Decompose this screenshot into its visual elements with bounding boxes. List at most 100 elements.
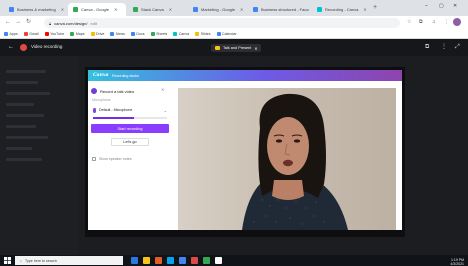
sidebar-placeholder-row bbox=[6, 125, 36, 128]
minimize-window-button[interactable]: – bbox=[425, 3, 428, 9]
sidebar-placeholder-row bbox=[6, 114, 44, 117]
forward-arrow-icon[interactable]: → bbox=[15, 19, 21, 26]
system-clock[interactable]: 1:19 PM 4/3/2021 bbox=[426, 258, 464, 266]
bookmark-icon bbox=[4, 32, 8, 36]
tab-favicon-icon bbox=[317, 7, 322, 12]
speaker-notes-option[interactable]: Show speaker notes bbox=[92, 157, 132, 161]
bookmark-item[interactable]: Slides bbox=[195, 32, 211, 36]
recorder-heading-row: Record a talk video bbox=[91, 88, 134, 94]
bookmark-label: Maps bbox=[75, 32, 85, 36]
fullscreen-icon[interactable]: ⤢ bbox=[455, 44, 460, 51]
extensions-icon[interactable]: ⧉ bbox=[419, 19, 423, 25]
bookmark-item[interactable]: YouTube bbox=[44, 32, 64, 36]
bookmark-item[interactable]: Maps bbox=[70, 32, 85, 36]
bookmark-icon bbox=[195, 32, 200, 36]
bookmark-item[interactable]: News bbox=[110, 32, 125, 36]
camera-feed-image bbox=[178, 88, 396, 230]
bookmark-item[interactable]: Docs bbox=[130, 32, 145, 36]
sidebar-placeholder-row bbox=[6, 103, 34, 106]
bookmark-item[interactable]: Calendar bbox=[216, 32, 237, 36]
checkbox[interactable] bbox=[92, 157, 96, 161]
close-tab-icon[interactable]: ✕ bbox=[61, 7, 64, 12]
recording-indicator-icon bbox=[20, 44, 27, 51]
bookmark-item[interactable]: Sheets bbox=[150, 32, 168, 36]
taskbar-app-icon[interactable] bbox=[215, 257, 222, 264]
close-tab-icon[interactable]: ✕ bbox=[114, 7, 117, 12]
bookmark-icon bbox=[44, 32, 49, 36]
bookmark-icon bbox=[110, 32, 115, 36]
talk-and-present-button[interactable]: Talk and Present ✕ bbox=[211, 44, 262, 52]
taskbar-app-icon[interactable] bbox=[167, 257, 174, 264]
address-bar-domain: canva.com/design/ bbox=[54, 20, 88, 26]
bookmark-icon bbox=[173, 32, 178, 36]
browser-tab[interactable]: Business structured - Faca ✕ bbox=[248, 3, 310, 16]
bookmark-icon bbox=[23, 32, 28, 36]
design-title[interactable]: Video recording bbox=[31, 44, 62, 49]
taskbar-app-icon[interactable] bbox=[143, 257, 150, 264]
browser-tab[interactable]: Marketing - Google ✕ bbox=[188, 3, 246, 16]
address-bar[interactable]: 🔒︎ canva.com/design/edit bbox=[44, 18, 400, 28]
tab-label: Business structured - Faca bbox=[261, 7, 309, 12]
browser-tab[interactable]: Stack Canva ✕ bbox=[128, 3, 186, 16]
bookmark-label: Calendar bbox=[222, 32, 237, 36]
taskbar-search[interactable]: ⌕ Type here to search bbox=[15, 256, 123, 265]
tab-favicon-icon bbox=[73, 7, 78, 12]
windows-start-icon[interactable] bbox=[4, 257, 11, 264]
maximize-window-button[interactable]: ▢ bbox=[439, 3, 444, 9]
bookmark-item[interactable]: Gmail bbox=[23, 32, 39, 36]
tab-label: Recording - Canva bbox=[325, 7, 359, 12]
taskbar-app-icon[interactable] bbox=[131, 257, 138, 264]
start-recording-button[interactable]: Start recording bbox=[91, 124, 169, 133]
bookmark-item[interactable]: Apps bbox=[4, 32, 18, 36]
reload-icon[interactable]: ↻ bbox=[26, 19, 31, 26]
close-window-button[interactable]: ✕ bbox=[453, 3, 457, 9]
tab-favicon-icon bbox=[193, 7, 198, 12]
browser-tab[interactable]: Recording - Canva ✕ bbox=[312, 3, 370, 16]
bookmark-icon bbox=[90, 32, 95, 36]
close-tab-icon[interactable]: ✕ bbox=[240, 7, 243, 12]
editor-header: ← Video recording Talk and Present ✕ ⧉ ⋮… bbox=[0, 39, 468, 56]
layout-icon[interactable]: ⧉ bbox=[425, 44, 429, 51]
star-bookmark-icon[interactable]: ☆ bbox=[407, 19, 411, 25]
sidebar-placeholder-row bbox=[6, 147, 32, 150]
taskbar-app-icon[interactable] bbox=[155, 257, 162, 264]
close-tab-icon[interactable]: ✕ bbox=[169, 7, 172, 12]
tab-label: Marketing - Google bbox=[201, 7, 236, 12]
present-icon bbox=[215, 46, 220, 50]
more-options-icon[interactable]: ⋮ bbox=[441, 44, 447, 51]
profile-avatar[interactable] bbox=[453, 18, 461, 26]
browser-tab[interactable]: Business & marketing ✕ bbox=[4, 3, 66, 16]
bookmark-label: Sheets bbox=[156, 32, 168, 36]
menu-icon[interactable]: ⋮ bbox=[444, 19, 449, 25]
bookmark-item[interactable]: Canva bbox=[173, 32, 189, 36]
speaker-notes-label: Show speaker notes bbox=[99, 157, 132, 161]
windows-taskbar: ⌕ Type here to search 1:19 PM 4/3/2021 bbox=[0, 255, 468, 266]
mic-level-meter bbox=[93, 117, 167, 119]
back-arrow-icon[interactable]: ← bbox=[5, 19, 11, 26]
canva-logo: Canva bbox=[93, 73, 109, 78]
chevron-down-icon: ⌄ bbox=[163, 107, 167, 113]
bookmark-icon bbox=[70, 32, 75, 36]
camera-preview bbox=[178, 88, 396, 230]
sidebar-placeholder-row bbox=[6, 92, 50, 95]
taskbar-app-icon[interactable] bbox=[179, 257, 186, 264]
microphone-select[interactable]: Default - Microphone ⌄ bbox=[91, 106, 169, 114]
microphone-label: Microphone bbox=[92, 98, 111, 102]
tab-favicon-icon bbox=[253, 7, 258, 12]
bookmark-label: Slides bbox=[200, 32, 211, 36]
new-tab-button[interactable]: + bbox=[373, 4, 377, 12]
media-icon[interactable]: ♫ bbox=[432, 19, 436, 25]
close-icon[interactable]: ✕ bbox=[254, 46, 257, 51]
taskbar-app-icon[interactable] bbox=[191, 257, 198, 264]
back-arrow-icon[interactable]: ← bbox=[8, 44, 14, 51]
tab-label: Business & marketing bbox=[17, 7, 56, 12]
bookmark-label: News bbox=[115, 32, 125, 36]
address-bar-path: edit bbox=[90, 20, 97, 26]
bookmark-item[interactable]: Drive bbox=[90, 32, 104, 36]
browser-tab-active[interactable]: Canva - Google ✕ bbox=[68, 3, 126, 16]
taskbar-app-icon[interactable] bbox=[203, 257, 210, 264]
close-icon[interactable]: ✕ bbox=[161, 87, 164, 92]
bookmarks-bar: Apps Gmail YouTube Maps Drive News Docs … bbox=[0, 30, 468, 39]
close-tab-icon[interactable]: ✕ bbox=[363, 7, 366, 12]
lets-go-button[interactable]: Let's go bbox=[111, 138, 149, 146]
